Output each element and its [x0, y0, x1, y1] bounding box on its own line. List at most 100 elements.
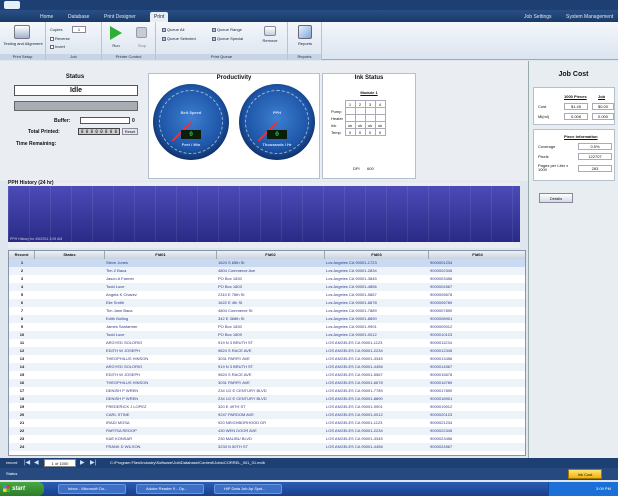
table-cell: ARGYED SOLORIO [106, 340, 143, 345]
taskbar-item-app[interactable]: HiP Data Job Ap Syst... [214, 484, 282, 494]
table-cell [35, 267, 105, 275]
table-cell [35, 395, 105, 403]
last-record-icon[interactable]: ▶| [90, 459, 96, 467]
table-row[interactable]: 7 Tim Jane Baca 4804 Commerce St Los Angele… [9, 307, 525, 315]
table-cell [35, 347, 105, 355]
ribbon-group-label: Printer Control [102, 54, 155, 60]
table-row[interactable]: 2 Tim Z Baca 4804 Commerce Ave Los Angeles … [9, 267, 525, 275]
buffer-label: Buffer: [54, 118, 71, 124]
reports-button[interactable]: Reports [290, 41, 320, 46]
table-row[interactable]: 23 KAE KONSAR 230 MALIBU BLVD LOS ANGELES C… [9, 435, 525, 443]
col-header-fld01[interactable]: Fld01 [105, 251, 217, 259]
table-cell: 2 [20, 268, 24, 273]
table-row[interactable]: 17 DENISH P WREN 234 1/2 E CENTURY BLVD LOS… [9, 387, 525, 395]
history-caption: PPH History for 4/6/2011 3:09 AM [10, 237, 63, 241]
table-row[interactable]: 13 THEOPHILUS HINSON 3031 PARRY AVE LOS ANG… [9, 355, 525, 363]
ink-cost-button[interactable]: Ink Cost [568, 469, 602, 479]
table-row[interactable]: 10 Todd Luce PO Box 1809 Los Angeles CA 900… [9, 331, 525, 339]
remove-icon[interactable] [264, 26, 276, 36]
table-row[interactable]: 12 EDITH W JOSEPH 9824 S RACE AVE LOS ANGEL… [9, 347, 525, 355]
gauge-title: Belt Speed [180, 110, 202, 115]
system-management-link[interactable]: System Management [562, 12, 617, 22]
table-cell: LOS ANGELES CA 90001-8890 [326, 396, 383, 401]
total-printed-label: Total Printed: [28, 129, 60, 135]
record-position-input[interactable]: 1 of 1000 [44, 459, 76, 467]
ribbon-group-label: Reports [288, 54, 321, 60]
queue-range-button[interactable]: Queue Range [212, 27, 242, 32]
col-header-fld03[interactable]: Fld03 [325, 251, 429, 259]
col-header-record[interactable]: Record [9, 251, 35, 259]
queue-selected-button[interactable]: Queue Selected [162, 36, 196, 41]
table-cell: 6 [20, 300, 24, 305]
details-button[interactable]: Details [539, 193, 573, 203]
ink-row-heater: Heater [331, 114, 386, 122]
table-row[interactable]: 18 DENISH P WREN 234 1/2 E CENTURY BLVD LOS… [9, 395, 525, 403]
table-row[interactable]: 4 Todd Luce PO Box 1803 Los Angeles CA 9000… [9, 283, 525, 291]
job-cost-title: Job Cost [558, 71, 589, 78]
next-record-icon[interactable]: ▶ [80, 459, 85, 467]
first-record-icon[interactable]: |◀ [24, 459, 30, 467]
job-settings-link[interactable]: Job Settings [520, 12, 556, 22]
table-row[interactable]: 22 PARTSA REDOP 430 WEN DOOR AVE LOS ANGELE… [9, 427, 525, 435]
table-cell [35, 363, 105, 371]
reset-button[interactable]: Reset [122, 128, 138, 135]
col-header-status[interactable]: Status [35, 251, 105, 259]
status-panel: Status Idle Buffer: 0 Total Printed: 0 0… [8, 63, 142, 179]
prev-record-icon[interactable]: ◀ [34, 459, 39, 467]
table-cell: 20 [19, 412, 25, 417]
table-row[interactable]: 6 Elle Smith 1622 E 4th St Los Angeles CA 9… [9, 299, 525, 307]
table-row[interactable]: 5 Angela K Chavez 2310 E 76th St Los Angele… [9, 291, 525, 299]
table-row[interactable]: 8 Edith Bolling 342 E 368th St Los Angeles … [9, 315, 525, 323]
queue-all-button[interactable]: Queue All [162, 27, 184, 32]
stop-icon[interactable] [136, 27, 147, 38]
tab-print-designer[interactable]: Print Designer [100, 12, 140, 22]
table-row[interactable]: 14 ARGYED SOLORIO 919 N 3 BRUTH ST LOS ANGE… [9, 363, 525, 371]
table-row[interactable]: 15 EDITH W JOSEPH 9824 S RACE AVE LOS ANGEL… [9, 371, 525, 379]
table-cell: Angela K Chavez [106, 292, 137, 297]
testing-alignment-icon[interactable] [14, 25, 30, 39]
queue-special-button[interactable]: Queue Special [212, 36, 243, 41]
table-cell: Los Angeles CA 90001-0012 [326, 332, 377, 337]
table-cell: Edith Bolling [106, 316, 129, 321]
table-row[interactable]: 11 ARGYED SOLORIO 919 N 3 BRUTH ST LOS ANGE… [9, 339, 525, 347]
piece-info-table: Piece Information Coverage 0.5% Pixels 1… [533, 129, 615, 181]
table-row[interactable]: 19 FREDERICK J LOPEZ 320 E 49TH ST LOS ANGE… [9, 403, 525, 411]
ml-per-1000: 0.008 [564, 113, 588, 120]
table-row[interactable]: 24 FRANK D WILSON 3233 N 50TH ST LOS ANGELE… [9, 443, 525, 451]
table-row[interactable]: 3 Jason A Farmer PO Box 1830 Los Angeles CA… [9, 275, 525, 283]
table-row[interactable]: 1 Steve Jones 1624 S 65th St Los Angeles CA… [9, 259, 525, 267]
copies-input[interactable]: 1 [72, 26, 86, 33]
taskbar-item-adobe[interactable]: Adobe Reader 9 - Op... [136, 484, 204, 494]
run-icon[interactable] [110, 26, 122, 40]
cost-per-1000: $1.45 [564, 103, 588, 110]
table-row[interactable]: 9 James Sanfarmer PO Box 1830 Los Angeles C… [9, 323, 525, 331]
gauge-units: Thousands / Hr [262, 142, 292, 147]
productivity-panel: Productivity Belt Speed 0 Feet / Min PPH… [148, 73, 320, 179]
taskbar-item-outlook[interactable]: Inbox - Microsoft Ou... [58, 484, 126, 494]
invert-checkbox[interactable]: Invert [50, 44, 65, 49]
stop-button[interactable]: Stop [130, 43, 154, 48]
table-cell: Jason A Farmer [106, 276, 135, 281]
reports-icon[interactable] [298, 25, 312, 39]
tab-database[interactable]: Database [64, 12, 93, 22]
table-cell: 9000023456 [430, 436, 453, 441]
table-row[interactable]: 21 IRADI MOSA 920 NEIGHBORHOOD DR LOS ANGEL… [9, 419, 525, 427]
col-header-fld02[interactable]: Fld02 [217, 251, 325, 259]
tab-print[interactable]: Print [150, 12, 169, 22]
table-cell: Los Angeles CA 90001-1723 [326, 260, 377, 265]
table-row[interactable]: 20 CARL STINE 9247 PARDOM AVE LOS ANGELES C… [9, 411, 525, 419]
ink-row-pump: Pump [331, 107, 386, 115]
table-cell: 9000012345 [430, 348, 453, 353]
remove-button[interactable]: Remove [256, 38, 284, 43]
app-menu-icon[interactable] [4, 1, 20, 9]
table-cell: Los Angeles CA 90001-7889 [326, 308, 377, 313]
col-header-fld04[interactable]: Fld04 [429, 251, 525, 259]
reverse-checkbox[interactable]: Reverse [50, 36, 70, 41]
time-remaining-label: Time Remaining: [16, 141, 57, 147]
table-row[interactable]: 16 THEOPHILUS HINSON 3031 PARRY AVE LOS ANG… [9, 379, 525, 387]
table-cell: LOS ANGELES CA 90001-1123 [326, 340, 383, 345]
table-cell: Los Angeles CA 90001-2834 [326, 268, 377, 273]
tab-home[interactable]: Home [36, 12, 57, 22]
testing-alignment-label[interactable]: Testing and Alignment [2, 41, 44, 46]
run-button[interactable]: Run [104, 43, 128, 48]
